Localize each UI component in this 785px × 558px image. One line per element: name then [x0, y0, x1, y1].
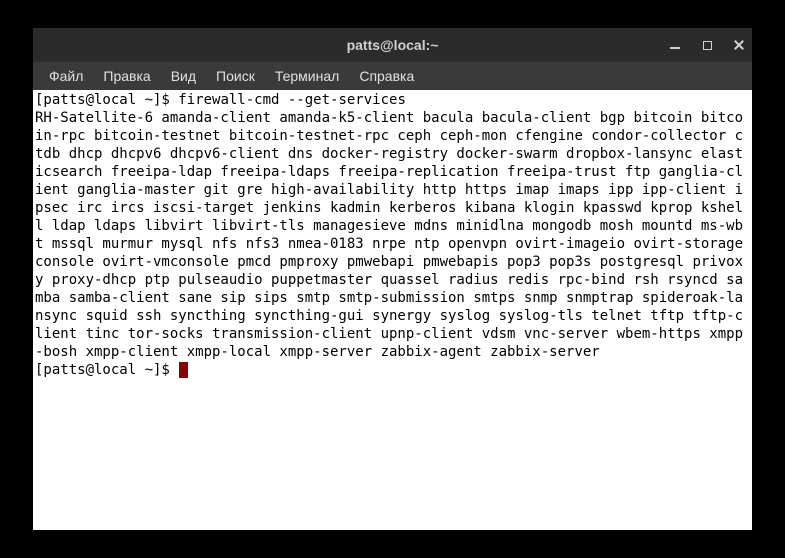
menu-help[interactable]: Справка — [351, 64, 422, 88]
menu-file[interactable]: Файл — [41, 64, 91, 88]
minimize-icon — [670, 47, 680, 49]
cursor — [179, 362, 188, 378]
close-icon — [733, 39, 745, 51]
window-title: patts@local:~ — [347, 37, 439, 53]
minimize-button[interactable] — [668, 38, 682, 52]
prompt-2: [patts@local ~]$ — [35, 362, 178, 378]
terminal-output[interactable]: [patts@local ~]$ firewall-cmd --get-serv… — [33, 90, 752, 530]
command-1: firewall-cmd --get-services — [178, 92, 406, 108]
maximize-icon — [703, 41, 712, 50]
command-output: RH-Satellite-6 amanda-client amanda-k5-c… — [35, 110, 743, 360]
maximize-button[interactable] — [700, 38, 714, 52]
menu-terminal[interactable]: Терминал — [267, 64, 347, 88]
close-button[interactable] — [732, 38, 746, 52]
window-controls — [668, 28, 746, 62]
terminal-window: patts@local:~ Файл Правка Вид Поиск Терм… — [33, 28, 752, 530]
menu-edit[interactable]: Правка — [95, 64, 158, 88]
menu-view[interactable]: Вид — [163, 64, 204, 88]
menu-search[interactable]: Поиск — [208, 64, 263, 88]
menubar: Файл Правка Вид Поиск Терминал Справка — [33, 62, 752, 90]
prompt-1: [patts@local ~]$ — [35, 92, 178, 108]
titlebar: patts@local:~ — [33, 28, 752, 62]
